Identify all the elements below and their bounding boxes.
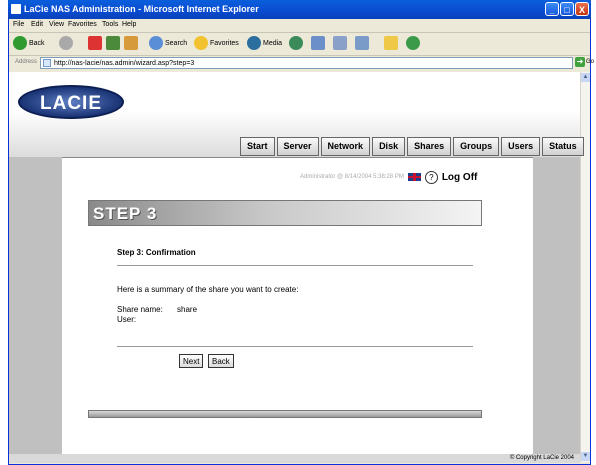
mail-button[interactable] <box>311 36 325 50</box>
favorites-button[interactable]: Favorites <box>194 36 239 50</box>
footer-bar: © Copyright LaCie 2004 <box>9 454 580 463</box>
tab-users[interactable]: Users <box>501 137 541 156</box>
stop-button[interactable] <box>88 36 102 50</box>
main-nav: Start Server Network Disk Shares Groups … <box>240 137 584 156</box>
refresh-icon <box>106 36 120 50</box>
tab-groups[interactable]: Groups <box>453 137 500 156</box>
tab-server[interactable]: Server <box>276 137 319 156</box>
step-title: STEP 3 <box>93 204 158 223</box>
logoff-link[interactable]: Log Off <box>442 172 478 183</box>
home-icon <box>124 36 138 50</box>
tab-shares[interactable]: Shares <box>407 137 452 156</box>
go-button[interactable]: ➜ Go <box>575 57 594 67</box>
menu-file[interactable]: File <box>13 21 24 28</box>
mail-icon <box>311 36 325 50</box>
title-bar[interactable]: LaCie NAS Administration - Microsoft Int… <box>8 0 591 19</box>
copyright-text: © Copyright LaCie 2004 <box>509 455 574 461</box>
print-button[interactable] <box>333 36 347 50</box>
tab-network[interactable]: Network <box>320 137 371 156</box>
stop-icon <box>88 36 102 50</box>
media-icon <box>247 36 261 50</box>
back-button-form[interactable]: Back <box>208 354 234 368</box>
tab-disk[interactable]: Disk <box>372 137 406 156</box>
refresh-button[interactable] <box>106 36 120 50</box>
menu-edit[interactable]: Edit <box>31 21 43 28</box>
left-sidebar <box>9 157 62 462</box>
close-button[interactable]: X <box>575 2 589 16</box>
session-status: Administrator @ 8/14/2004 5:38:28 PM ? L… <box>300 170 477 184</box>
share-name-label: Share name: <box>117 305 163 314</box>
next-button[interactable]: Next <box>179 354 204 368</box>
share-name-value: share <box>177 305 198 314</box>
address-input[interactable]: http://nas-lacie/nas.admin/wizard.asp?st… <box>40 57 573 69</box>
favorites-label: Favorites <box>210 39 239 47</box>
forward-button[interactable] <box>59 36 73 50</box>
scroll-up-icon[interactable]: ▲ <box>581 73 590 82</box>
menu-favorites[interactable]: Favorites <box>68 21 97 28</box>
address-bar: Address http://nas-lacie/nas.admin/wizar… <box>9 56 594 71</box>
media-button[interactable]: Media <box>247 36 282 50</box>
window-title: LaCie NAS Administration - Microsoft Int… <box>24 4 259 14</box>
menu-bar: File Edit View Favorites Tools Help <box>9 19 590 33</box>
tab-status[interactable]: Status <box>542 137 584 156</box>
forward-arrow-icon <box>59 36 73 50</box>
print-icon <box>333 36 347 50</box>
star-icon <box>194 36 208 50</box>
scroll-down-icon[interactable]: ▼ <box>581 452 590 461</box>
summary-text: Here is a summary of the share you want … <box>117 285 299 294</box>
user-label: User: <box>117 315 137 324</box>
back-label: Back <box>29 39 45 47</box>
step-heading: Step 3: Confirmation <box>117 248 196 257</box>
vertical-scrollbar[interactable]: ▲ ▼ <box>580 72 590 462</box>
media-label: Media <box>263 39 283 47</box>
folder-icon <box>384 36 398 50</box>
go-arrow-icon: ➜ <box>575 57 585 67</box>
bottom-bar <box>88 410 482 418</box>
uk-flag-icon[interactable] <box>407 173 421 181</box>
menu-help[interactable]: Help <box>122 21 136 28</box>
step-banner: STEP 3 <box>88 200 482 226</box>
right-sidebar <box>533 157 580 462</box>
browser-toolbar: Back Search Favorites Media <box>9 33 590 56</box>
folder-button[interactable] <box>384 36 398 50</box>
search-label: Search <box>165 39 188 47</box>
history-icon <box>289 36 303 50</box>
minimize-button[interactable]: _ <box>545 2 559 16</box>
go-label: Go <box>586 59 595 65</box>
menu-tools[interactable]: Tools <box>102 21 118 28</box>
history-button[interactable] <box>289 36 303 50</box>
back-button[interactable]: Back <box>13 36 45 50</box>
address-url: http://nas-lacie/nas.admin/wizard.asp?st… <box>54 60 195 67</box>
edit-icon <box>355 36 369 50</box>
lacie-logo: LACIE <box>18 85 124 119</box>
messenger-icon <box>406 36 420 50</box>
menu-view[interactable]: View <box>49 21 64 28</box>
back-arrow-icon <box>13 36 27 50</box>
home-button[interactable] <box>124 36 138 50</box>
divider <box>117 265 473 266</box>
edit-button[interactable] <box>355 36 369 50</box>
divider <box>117 346 473 347</box>
page-icon <box>43 59 51 67</box>
session-info: Administrator @ 8/14/2004 5:38:28 PM <box>300 174 404 180</box>
search-button[interactable]: Search <box>149 36 187 50</box>
help-icon[interactable]: ? <box>424 170 438 184</box>
messenger-button[interactable] <box>406 36 420 50</box>
app-icon <box>11 4 21 14</box>
maximize-button[interactable]: □ <box>560 2 574 16</box>
address-label: Address <box>15 59 38 65</box>
search-icon <box>149 36 163 50</box>
tab-start[interactable]: Start <box>240 137 275 156</box>
